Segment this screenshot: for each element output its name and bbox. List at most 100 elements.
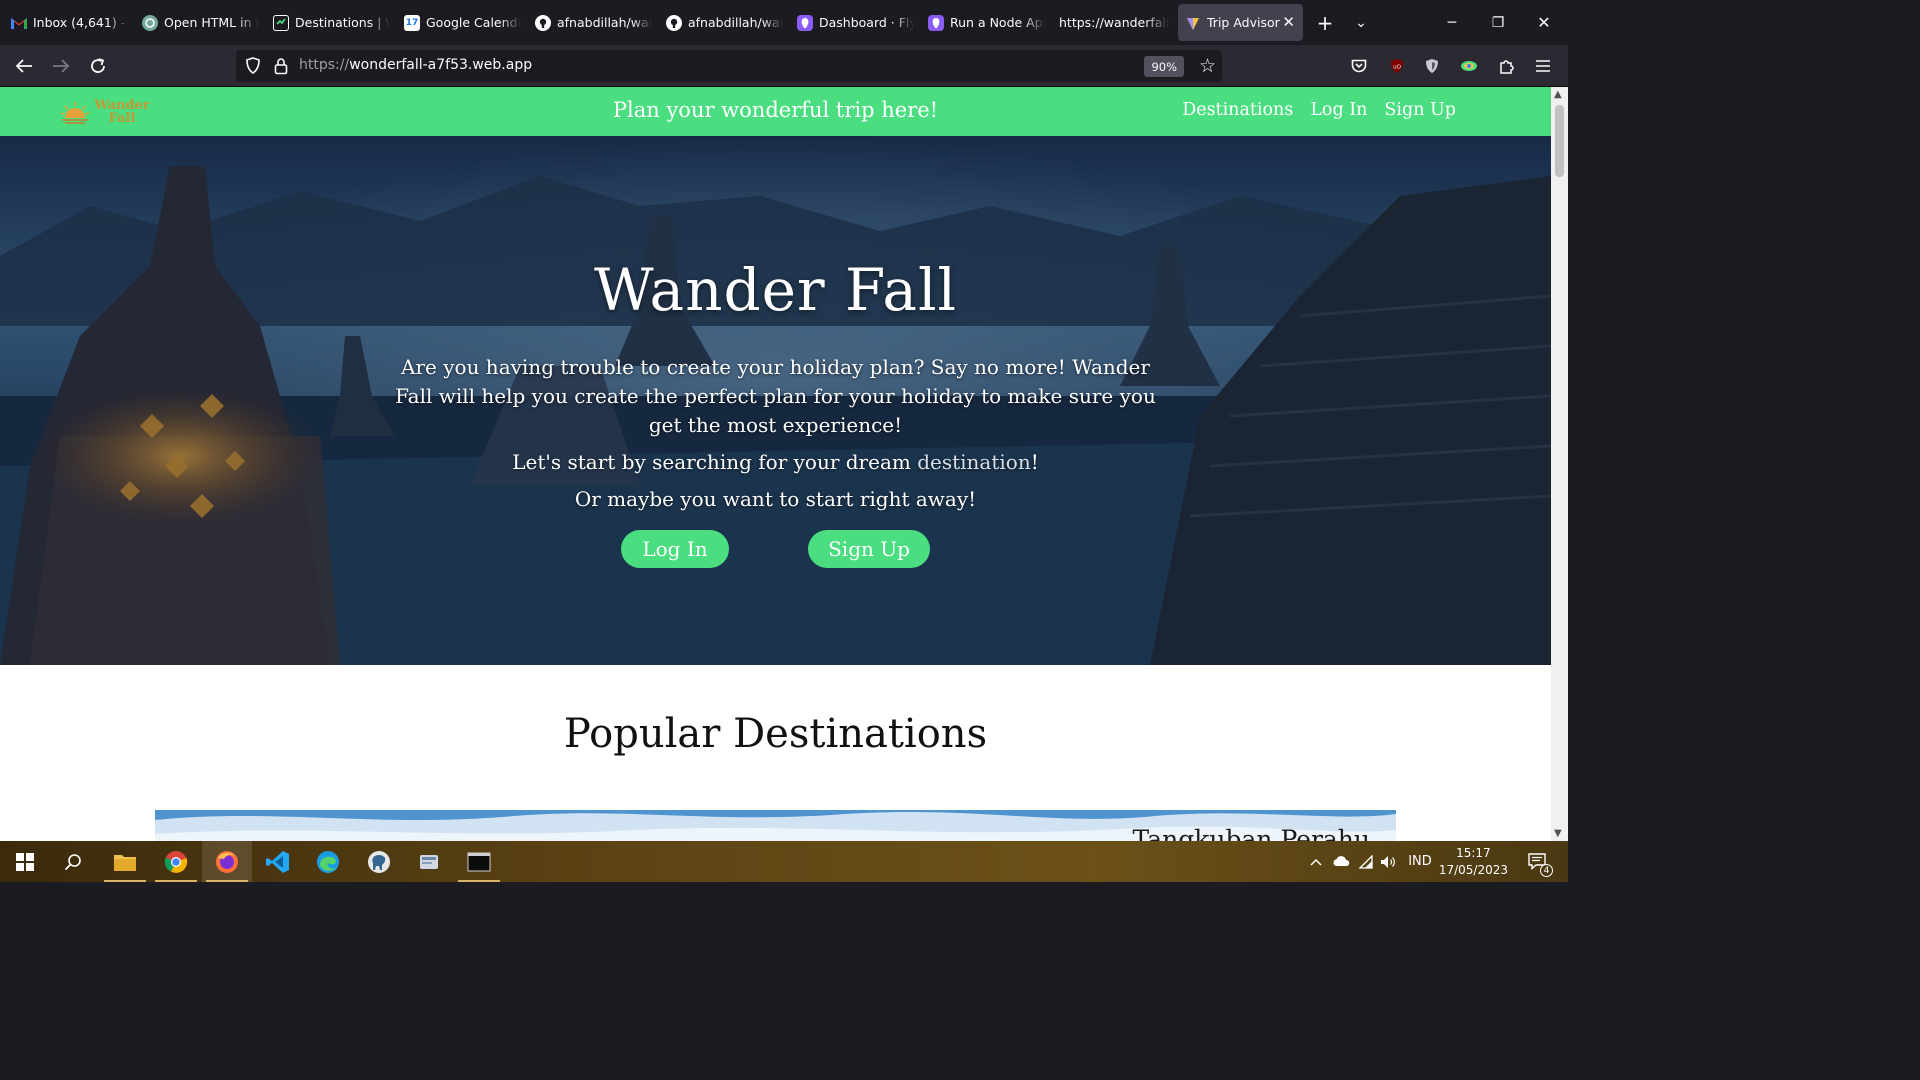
taskbar-app[interactable]: [404, 841, 454, 882]
browser-tab[interactable]: 17 Google Calenda: [397, 4, 528, 41]
taskbar-search-button[interactable]: [48, 841, 98, 882]
onedrive-tray[interactable]: [1329, 841, 1353, 882]
terminal-icon: [467, 852, 491, 871]
clock-date: 17/05/2023: [1438, 863, 1508, 877]
reload-button[interactable]: [83, 51, 113, 81]
close-tab-icon[interactable]: ✕: [1282, 13, 1295, 31]
taskbar-chrome[interactable]: [151, 841, 201, 882]
chrome-icon: [164, 850, 188, 873]
new-tab-button[interactable]: +: [1307, 5, 1343, 41]
scroll-up-icon[interactable]: ▲: [1554, 89, 1562, 100]
scrollbar-thumb[interactable]: [1555, 105, 1564, 177]
browser-tab[interactable]: Run a Node App: [921, 4, 1052, 41]
nav-link-signup[interactable]: Sign Up: [1384, 100, 1456, 120]
app-icon: [273, 14, 289, 31]
desktop: Inbox (4,641) - a Open HTML in B Destina…: [0, 0, 1568, 882]
browser-tab[interactable]: afnabdillah/war: [528, 4, 659, 41]
shield-extension-icon: [1426, 59, 1438, 73]
browser-tab[interactable]: Destinations | W: [266, 4, 397, 41]
forward-button[interactable]: [46, 51, 76, 81]
color-extension-button[interactable]: [1455, 52, 1483, 80]
tracking-shield-icon[interactable]: [245, 57, 261, 79]
privacy-extension-button[interactable]: [1418, 52, 1446, 80]
back-button[interactable]: [9, 51, 39, 81]
calendar-icon: 17: [404, 14, 420, 31]
language-indicator[interactable]: IND: [1402, 841, 1438, 882]
svg-text:uO: uO: [1393, 65, 1401, 71]
fly-icon: [797, 14, 813, 31]
arrow-right-icon: [53, 59, 70, 73]
popular-destinations-title: Popular Destinations: [563, 711, 988, 757]
fly-icon: [928, 14, 944, 31]
vscode-icon: [266, 850, 289, 873]
browser-tab[interactable]: Dashboard · Fly: [790, 4, 921, 41]
colorful-extension-icon: [1461, 61, 1477, 71]
browser-tab-strip: Inbox (4,641) - a Open HTML in B Destina…: [0, 0, 1568, 45]
ublock-extension-button[interactable]: uO: [1383, 52, 1411, 80]
bookmark-star-icon[interactable]: ☆: [1199, 55, 1216, 77]
close-window-button[interactable]: ✕: [1521, 0, 1567, 45]
notification-count-badge: 4: [1540, 864, 1553, 877]
url-host: wonderfall-a7f53.web.app: [349, 57, 533, 73]
header-nav: Destinations Log In Sign Up: [1182, 100, 1456, 120]
hero-start-prompt: Or maybe you want to start right away!: [574, 487, 977, 511]
folder-icon: [114, 854, 136, 871]
tab-label: Destinations | W: [295, 15, 390, 30]
site-header: Wander Fall Plan your wonderful trip her…: [0, 87, 1551, 136]
network-tray[interactable]: [1355, 841, 1377, 882]
taskbar-pgadmin[interactable]: [354, 841, 404, 882]
tab-label: afnabdillah/war: [557, 15, 652, 30]
hero-description: Are you having trouble to create your ho…: [395, 355, 1156, 437]
puzzle-icon: [1500, 60, 1514, 74]
browser-tab[interactable]: afnabdillah/war: [659, 4, 790, 41]
taskbar-terminal[interactable]: [454, 841, 504, 882]
search-prompt-prefix: Let's start by searching for your dream: [512, 450, 918, 474]
wifi-icon: [1358, 854, 1373, 869]
minimize-button[interactable]: ─: [1429, 0, 1475, 45]
browser-tab[interactable]: Inbox (4,641) - a: [4, 4, 135, 41]
url-text[interactable]: https://wonderfall-a7f53.web.app: [299, 57, 532, 73]
zoom-indicator[interactable]: 90%: [1144, 56, 1184, 77]
url-bar[interactable]: https://wonderfall-a7f53.web.app 90% ☆: [236, 50, 1222, 82]
taskbar-edge[interactable]: [303, 841, 353, 882]
start-button[interactable]: [0, 841, 50, 882]
search-prompt-suffix: !: [1030, 450, 1039, 474]
restore-button[interactable]: ❐: [1475, 0, 1521, 45]
hero-title: Wander Fall: [593, 256, 958, 324]
taskbar-clock[interactable]: 15:17 17/05/2023: [1439, 845, 1508, 879]
browser-toolbar: https://wonderfall-a7f53.web.app 90% ☆ u…: [0, 45, 1568, 87]
cloud-icon: [1333, 856, 1350, 866]
taskbar-vscode[interactable]: [253, 841, 303, 882]
taskbar-file-explorer[interactable]: [100, 841, 150, 882]
hamburger-icon: [1536, 60, 1550, 72]
list-tabs-button[interactable]: ⌄: [1343, 5, 1379, 41]
hero-login-button[interactable]: Log In: [621, 530, 729, 568]
chevron-up-icon: [1310, 858, 1322, 866]
show-hidden-icons-button[interactable]: [1305, 841, 1327, 882]
windows-logo-icon: [16, 852, 34, 871]
tab-label: Open HTML in B: [164, 15, 259, 30]
search-icon: [64, 853, 81, 870]
destination-link[interactable]: destination: [917, 450, 1031, 474]
browser-tab-active[interactable]: Trip Advisor ✕: [1178, 4, 1303, 41]
action-center-button[interactable]: 4: [1520, 841, 1556, 882]
pocket-button[interactable]: [1345, 52, 1373, 80]
nav-link-destinations[interactable]: Destinations: [1182, 100, 1293, 120]
extensions-button[interactable]: [1493, 52, 1521, 80]
nav-link-login[interactable]: Log In: [1310, 100, 1367, 120]
volume-tray[interactable]: [1377, 841, 1399, 882]
pocket-icon: [1351, 59, 1367, 72]
browser-tab[interactable]: Open HTML in B: [135, 4, 266, 41]
elephant-icon: [368, 850, 390, 873]
lock-icon[interactable]: [274, 57, 288, 79]
hero-signup-button[interactable]: Sign Up: [808, 530, 930, 568]
app-menu-button[interactable]: [1529, 52, 1557, 80]
destination-card[interactable]: Tangkuban Perahu: [155, 810, 1396, 841]
taskbar-firefox[interactable]: [202, 841, 252, 882]
browser-tab[interactable]: https://wanderfall.fly: [1052, 4, 1176, 41]
page-scrollbar[interactable]: ▲ ▼: [1551, 87, 1568, 841]
hero-search-prompt: Let's start by searching for your dream …: [0, 450, 1551, 474]
scroll-down-icon[interactable]: ▼: [1554, 828, 1562, 839]
tab-label: Trip Advisor: [1207, 15, 1280, 30]
tab-label: afnabdillah/war: [688, 15, 783, 30]
